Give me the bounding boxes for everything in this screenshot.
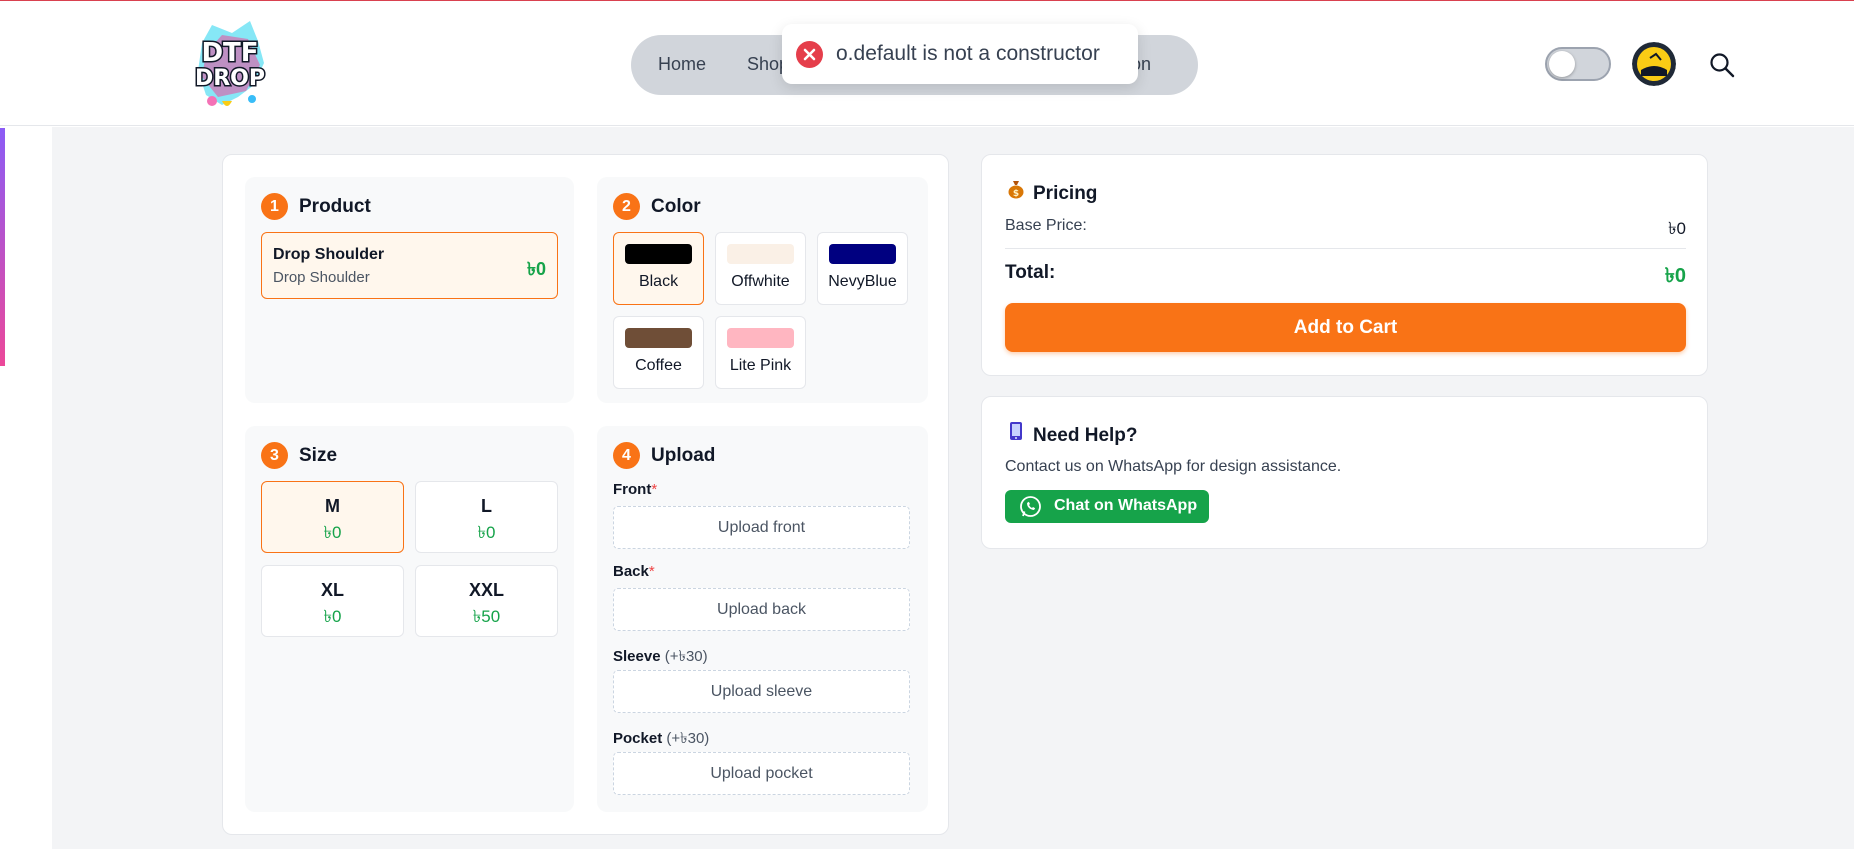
svg-text:DTF: DTF [201, 38, 258, 68]
color-swatch [727, 328, 794, 348]
total-value: ৳0 [1664, 265, 1686, 287]
size-section: 3 Size M ৳0 L ৳0 XL ৳0 XXL ৳50 [245, 426, 574, 812]
color-label: NevyBlue [828, 273, 897, 290]
product-section: 1 Product Drop Shoulder Drop Shoulder ৳0 [245, 177, 574, 403]
product-name: Drop Shoulder [273, 246, 385, 263]
section-title: Color [651, 196, 701, 217]
size-price: ৳0 [477, 523, 496, 542]
toast-message: o.default is not a constructor [836, 42, 1100, 65]
field-label: Pocket [613, 730, 663, 747]
color-swatch [829, 244, 896, 264]
required-mark: * [651, 481, 658, 498]
size-price: ৳50 [472, 607, 501, 626]
product-subtitle: Drop Shoulder [273, 269, 370, 286]
section-title: Size [299, 445, 338, 466]
required-mark: * [648, 563, 655, 580]
upload-back-button[interactable]: Upload back [613, 588, 910, 631]
theme-toggle[interactable] [1545, 47, 1611, 81]
size-price: ৳0 [323, 607, 342, 626]
color-option-offwhite[interactable]: Offwhite [715, 232, 806, 305]
svg-text:$: $ [1013, 189, 1019, 199]
error-icon [796, 41, 823, 68]
dtf-drop-logo[interactable]: DTF DROP [192, 13, 268, 115]
color-option-black[interactable]: Black [613, 232, 704, 305]
color-label: Coffee [635, 357, 682, 374]
step-number: 1 [261, 193, 288, 220]
chat-on-whatsapp-button[interactable]: Chat on WhatsApp [1005, 490, 1209, 523]
upload-section: 4 Upload Front* Upload front Back* Uploa… [597, 426, 928, 812]
color-label: Offwhite [731, 273, 790, 290]
color-option-lite-pink[interactable]: Lite Pink [715, 316, 806, 389]
search-icon[interactable] [1708, 51, 1736, 79]
step-number: 2 [613, 193, 640, 220]
upload-pocket-label: Pocket (+৳30) [613, 727, 709, 752]
divider [1005, 248, 1686, 249]
help-title-row: Need Help? [1005, 421, 1138, 447]
site-header: DTF DROP Home Shop tion o.default is not… [0, 1, 1854, 126]
step-number: 3 [261, 442, 288, 469]
upload-back-label: Back* [613, 563, 655, 580]
pricing-card: $ Pricing Base Price: ৳0 Total: ৳0 Add t… [981, 154, 1708, 376]
field-label: Back [613, 563, 649, 580]
color-option-nevyblue[interactable]: NevyBlue [817, 232, 908, 305]
size-price: ৳0 [323, 523, 342, 542]
side-accent-strip [0, 128, 5, 366]
color-section: 2 Color Black Offwhite NevyBlue Coffee L… [597, 177, 928, 403]
help-text: Contact us on WhatsApp for design assist… [1005, 458, 1342, 475]
phone-icon [1005, 421, 1027, 447]
color-label: Black [638, 273, 679, 290]
upload-sleeve-label: Sleeve (+৳30) [613, 645, 708, 670]
pricing-title-row: $ Pricing [1005, 179, 1097, 205]
size-label: L [481, 496, 492, 516]
money-bag-icon: $ [1005, 179, 1027, 205]
color-option-coffee[interactable]: Coffee [613, 316, 704, 389]
size-option-xxl[interactable]: XXL ৳50 [415, 565, 558, 637]
base-price-label: Base Price: [1005, 217, 1087, 234]
base-price-value: ৳0 [1668, 219, 1686, 238]
total-label: Total: [1005, 262, 1056, 283]
upload-front-label: Front* [613, 481, 657, 498]
whatsapp-label: Chat on WhatsApp [1054, 497, 1198, 514]
builder-card: 1 Product Drop Shoulder Drop Shoulder ৳0… [222, 154, 949, 835]
section-title: Upload [651, 445, 716, 466]
add-to-cart-button[interactable]: Add to Cart [1005, 303, 1686, 352]
upload-sleeve-button[interactable]: Upload sleeve [613, 670, 910, 713]
size-option-m[interactable]: M ৳0 [261, 481, 404, 553]
pricing-title: Pricing [1033, 183, 1098, 204]
size-label: XXL [468, 580, 504, 600]
color-label: Lite Pink [729, 357, 792, 374]
svg-text:DROP: DROP [195, 66, 265, 91]
help-card: Need Help? Contact us on WhatsApp for de… [981, 396, 1708, 549]
size-label: XL [320, 580, 344, 600]
size-label: M [325, 496, 340, 516]
color-swatch [625, 328, 692, 348]
nav-home[interactable]: Home [658, 54, 706, 75]
error-toast: o.default is not a constructor [782, 24, 1138, 84]
extra-cost: (+৳30) [666, 730, 710, 747]
extra-cost: (+৳30) [664, 648, 708, 665]
field-label: Sleeve [613, 648, 661, 665]
color-swatch [727, 244, 794, 264]
field-label: Front [613, 481, 652, 498]
section-title: Product [299, 196, 371, 217]
product-option[interactable]: Drop Shoulder Drop Shoulder ৳0 [261, 232, 558, 299]
color-swatch [625, 244, 692, 264]
step-number: 4 [613, 442, 640, 469]
toggle-knob [1549, 51, 1575, 77]
product-price: ৳0 [527, 259, 546, 279]
size-option-l[interactable]: L ৳0 [415, 481, 558, 553]
whatsapp-icon [1019, 495, 1042, 518]
help-title: Need Help? [1033, 425, 1138, 446]
upload-front-button[interactable]: Upload front [613, 506, 910, 549]
user-avatar[interactable] [1632, 42, 1676, 86]
upload-pocket-button[interactable]: Upload pocket [613, 752, 910, 795]
size-option-xl[interactable]: XL ৳0 [261, 565, 404, 637]
